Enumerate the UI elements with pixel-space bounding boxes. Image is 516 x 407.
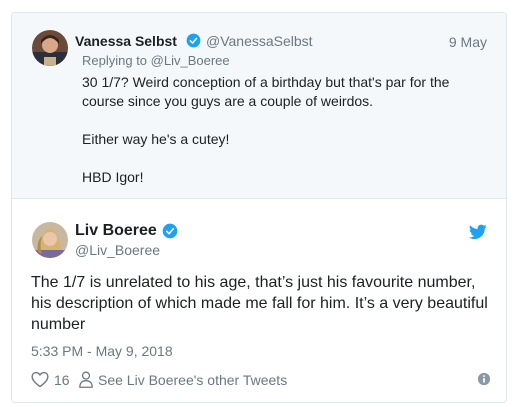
see-other-tweets-link[interactable]: See Liv Boeree's other Tweets (98, 372, 287, 388)
parent-avatar[interactable] (32, 30, 68, 66)
parent-author-handle[interactable]: @VanessaSelbst (206, 33, 313, 49)
parent-tweet[interactable]: Vanessa Selbst @VanessaSelbst 9 May Repl… (12, 13, 506, 199)
parent-date[interactable]: 9 May (449, 34, 487, 50)
replying-to-mention[interactable]: @Liv_Boeree (151, 53, 230, 68)
parent-author-name[interactable]: Vanessa Selbst (75, 33, 177, 49)
author-avatar[interactable] (32, 222, 68, 258)
verified-badge-icon (186, 33, 201, 48)
heart-icon[interactable] (31, 371, 49, 388)
tweet-timestamp[interactable]: 5:33 PM - May 9, 2018 (31, 343, 173, 359)
tweet-actions: 16 See Liv Boeree's other Tweets (31, 369, 491, 391)
tweet-text: The 1/7 is unrelated to his age, that’s … (31, 274, 488, 333)
like-count[interactable]: 16 (54, 372, 70, 388)
replying-prefix: Replying to (82, 53, 148, 68)
twitter-bird-icon[interactable] (469, 224, 487, 240)
info-icon[interactable] (477, 372, 491, 386)
verified-badge-icon (162, 223, 178, 239)
author-name[interactable]: Liv Boeree (75, 222, 157, 240)
parent-paragraph: 30 1/7? Weird conception of a birthday b… (82, 74, 450, 109)
parent-paragraph: HBD Igor! (82, 169, 144, 185)
embedded-tweet-card: Vanessa Selbst @VanessaSelbst 9 May Repl… (11, 12, 507, 403)
author-handle[interactable]: @Liv_Boeree (75, 242, 160, 258)
person-icon[interactable] (78, 371, 94, 388)
parent-tweet-text: 30 1/7? Weird conception of a birthday b… (82, 73, 482, 206)
replying-to-line: Replying to @Liv_Boeree (82, 53, 230, 68)
parent-paragraph: Either way he's a cutey! (82, 131, 230, 147)
